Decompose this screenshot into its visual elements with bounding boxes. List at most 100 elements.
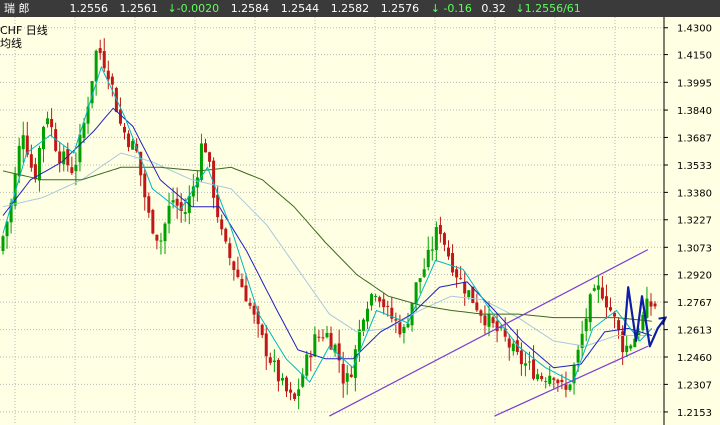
y-tick-label: 1.2920 [677,271,712,282]
candle-body [309,355,313,358]
candle-body [600,287,604,299]
candle-body [422,269,426,277]
quote-name: 瑞 郎 [4,2,30,15]
candle-body [653,303,657,307]
y-tick-label: 1.2460 [677,353,712,364]
candle-body [29,154,33,168]
candle-body [418,278,422,283]
candle-body [285,377,288,392]
quote-pct: ↓ -0.16 [430,2,472,15]
candle-body [447,247,450,257]
candle-body [94,50,98,82]
channel-line [329,249,649,417]
candle-body [272,360,276,363]
candle-body [337,343,341,361]
candle-body [609,307,612,311]
candle-body [118,109,122,124]
candle-body [143,173,147,198]
candle-body [106,70,110,80]
candle-body [434,227,438,251]
candles [1,38,657,410]
candle-body [459,278,463,280]
candle-body [402,326,406,333]
quote-v7: 0.32 [481,2,506,15]
candle-body [98,48,102,54]
candle-body [475,302,479,311]
y-tick-label: 1.3687 [677,133,712,144]
candle-body [649,301,653,307]
y-tick-label: 1.3840 [677,106,712,117]
candle-body [289,389,293,393]
candle-body [313,334,317,357]
candle-body [260,324,264,336]
candle-body [297,389,301,396]
quote-v1: 1.2556 [69,2,109,15]
candle-body [147,196,151,213]
symbol-label: CHF 日线 均线 [0,24,48,50]
channel-lines [329,249,649,417]
candle-body [232,261,236,271]
candle-body [625,345,629,352]
candle-body [276,359,280,382]
candle-body [386,305,390,307]
candle-body [208,152,212,162]
quote-bar: 瑞 郎 1.2556 1.2561 ↓-0.0020 1.2584 1.2544… [0,0,720,17]
y-tick-label: 1.3227 [677,216,712,227]
y-tick-label: 1.4150 [677,51,712,62]
candle-body [42,126,45,150]
candle-body [159,240,163,242]
y-tick-label: 1.3533 [677,161,712,172]
candle-body [236,269,240,277]
candle-body [151,210,155,234]
y-axis: 1.4300 1.4150 1.3995 1.3840 1.3687 1.3533 1.33… [664,24,712,419]
candle-body [596,285,600,290]
candle-body [641,314,645,331]
candle-body [171,200,175,203]
quote-v5: 1.2582 [330,2,370,15]
candle-body [584,318,588,332]
candle-body [479,310,483,316]
candle-body [463,281,467,294]
candle-body [374,295,378,297]
candle-body [544,381,548,383]
candle-body [491,317,495,324]
candle-body [58,151,62,164]
candle-body [102,51,106,69]
candle-body [220,219,224,230]
candle-body [155,234,159,241]
candle-body [1,236,5,251]
symbol-line1: CHF 日线 [0,24,48,37]
candle-body [131,141,135,150]
candle-body [438,224,442,235]
candle-body [167,205,171,224]
candle-body [592,288,596,291]
candle-body [564,384,568,390]
grid [0,17,664,425]
candle-body [483,315,487,326]
price-chart[interactable]: 1.4300 1.4150 1.3995 1.3840 1.3687 1.3533 1.33… [0,0,720,425]
candle-body [46,118,50,125]
candle-body [74,164,78,172]
candle-body [345,373,349,382]
candle-body [366,308,369,322]
candle-body [536,374,540,380]
candle-body [123,126,126,133]
y-tick-label: 1.3995 [677,78,712,89]
candle-body [70,167,74,174]
candle-body [264,333,268,357]
candle-body [495,321,499,332]
candle-body [394,319,398,321]
quote-change: ↓-0.0020 [167,2,220,15]
projection [623,286,668,348]
candle-body [576,349,580,363]
quote-v6: 1.2576 [380,2,420,15]
candle-body [430,249,434,251]
candle-body [568,384,572,390]
candle-body [519,350,523,365]
candle-body [305,354,309,376]
candle-body [552,378,556,380]
candle-body [244,285,248,302]
candle-body [370,294,374,306]
candle-body [280,377,284,381]
candle-body [325,332,329,338]
